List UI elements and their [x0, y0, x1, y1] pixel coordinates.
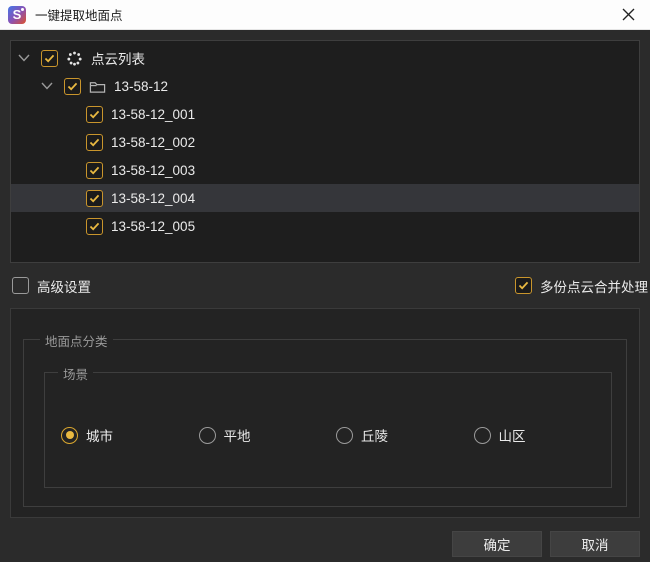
classification-group-label: 地面点分类	[40, 331, 113, 350]
checkbox-root[interactable]	[41, 50, 58, 67]
tree-row-folder[interactable]: 13-58-12	[11, 72, 639, 100]
radio-city[interactable]: 城市	[61, 425, 199, 445]
scene-radio-row: 城市 平地 丘陵 山区	[45, 373, 611, 445]
radio-city-label: 城市	[86, 425, 113, 445]
advanced-settings-label: 高级设置	[37, 276, 91, 296]
merge-point-clouds-checkbox[interactable]: 多份点云合并处理	[515, 276, 648, 296]
chevron-down-icon[interactable]	[39, 78, 55, 94]
radio-unselected-icon[interactable]	[336, 427, 353, 444]
tree-row-root[interactable]: 点云列表	[11, 44, 639, 72]
checkbox-item[interactable]	[86, 106, 103, 123]
radio-unselected-icon[interactable]	[474, 427, 491, 444]
tree-row-item[interactable]: 13-58-12_001	[11, 100, 639, 128]
checkbox-item[interactable]	[86, 134, 103, 151]
app-logo-icon: S	[8, 6, 26, 24]
tree-row-item[interactable]: 13-58-12_005	[11, 212, 639, 240]
checkbox-checked[interactable]	[515, 277, 532, 294]
radio-selected-icon[interactable]	[61, 427, 78, 444]
tree-item-label: 13-58-12_005	[111, 219, 195, 234]
tree-item-label: 13-58-12_003	[111, 163, 195, 178]
dialog-body: 点云列表 13-58-12	[0, 30, 650, 562]
classification-panel: 地面点分类 场景 城市 平地 丘	[10, 308, 640, 518]
chevron-down-icon[interactable]	[16, 50, 32, 66]
checkbox-item[interactable]	[86, 190, 103, 207]
window-title: 一键提取地面点	[35, 5, 123, 24]
folder-icon	[88, 77, 106, 95]
point-cloud-tree: 点云列表 13-58-12	[10, 40, 640, 263]
tree-folder-label: 13-58-12	[114, 79, 168, 94]
advanced-settings-checkbox[interactable]: 高级设置	[12, 276, 91, 296]
checkbox-unchecked[interactable]	[12, 277, 29, 294]
radio-flat[interactable]: 平地	[199, 425, 337, 445]
close-button[interactable]	[606, 0, 650, 30]
titlebar: S 一键提取地面点	[0, 0, 650, 30]
tree-item-label: 13-58-12_002	[111, 135, 195, 150]
dialog-window: S 一键提取地面点	[0, 0, 650, 562]
radio-mountain[interactable]: 山区	[474, 425, 612, 445]
tree-item-label: 13-58-12_001	[111, 107, 195, 122]
tree-row-item[interactable]: 13-58-12_004	[11, 184, 639, 212]
tree-item-label: 13-58-12_004	[111, 191, 195, 206]
point-cloud-icon	[65, 49, 83, 67]
options-row: 高级设置 多份点云合并处理	[10, 263, 648, 308]
radio-hills-label: 丘陵	[361, 425, 388, 445]
tree-root-label: 点云列表	[91, 48, 145, 68]
tree-row-item[interactable]: 13-58-12_002	[11, 128, 639, 156]
radio-hills[interactable]: 丘陵	[336, 425, 474, 445]
radio-mountain-label: 山区	[499, 425, 526, 445]
ground-point-classification-group: 地面点分类 场景 城市 平地 丘	[23, 339, 627, 507]
checkbox-folder[interactable]	[64, 78, 81, 95]
ok-button[interactable]: 确定	[452, 531, 542, 557]
scene-group: 场景 城市 平地 丘陵	[44, 372, 612, 488]
scene-group-label: 场景	[58, 364, 93, 383]
merge-point-clouds-label: 多份点云合并处理	[540, 276, 648, 296]
footer: 确定 取消	[10, 518, 640, 562]
checkbox-item[interactable]	[86, 162, 103, 179]
radio-unselected-icon[interactable]	[199, 427, 216, 444]
tree-row-item[interactable]: 13-58-12_003	[11, 156, 639, 184]
radio-flat-label: 平地	[224, 425, 251, 445]
checkbox-item[interactable]	[86, 218, 103, 235]
cancel-button[interactable]: 取消	[550, 531, 640, 557]
close-icon	[622, 8, 635, 21]
